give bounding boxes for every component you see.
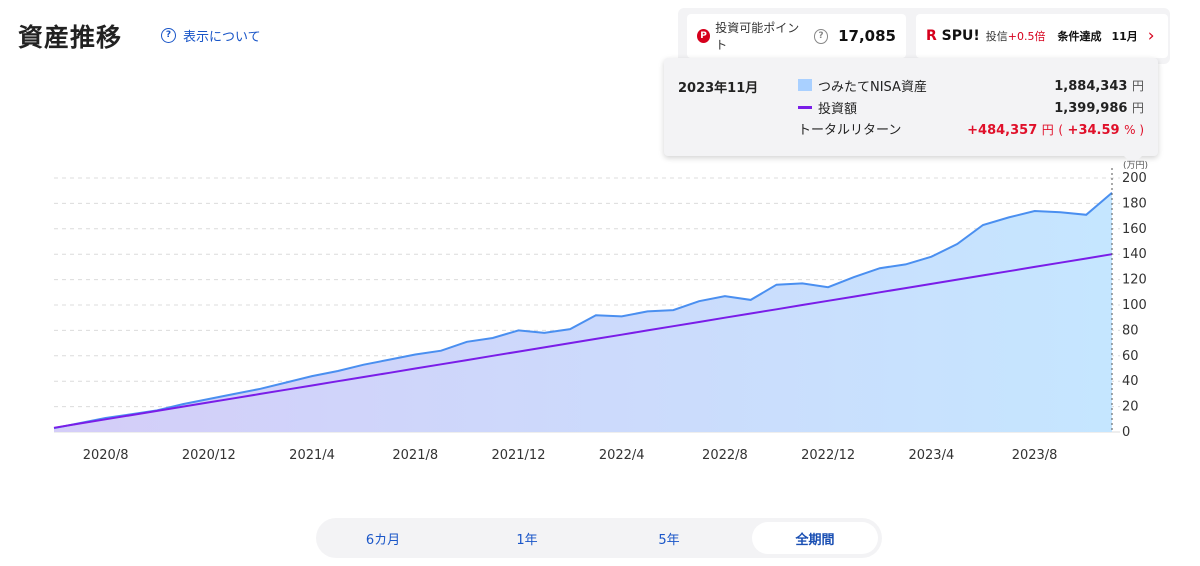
x-tick-label: 2022/4: [599, 448, 645, 463]
x-tick-label: 2021/8: [392, 448, 438, 463]
tab-6-months[interactable]: 6カ月: [320, 522, 446, 554]
x-tick-label: 2020/12: [182, 448, 236, 463]
tab-5-years[interactable]: 5年: [606, 522, 732, 554]
y-tick-label: 100: [1122, 298, 1147, 313]
y-tick-label: 140: [1122, 247, 1147, 262]
y-tick-label: 40: [1122, 374, 1139, 389]
x-tick-label: 2023/8: [1012, 448, 1058, 463]
y-tick-label: 200: [1122, 171, 1147, 186]
x-tick-label: 2020/8: [83, 448, 129, 463]
y-tick-label: 0: [1122, 425, 1130, 440]
y-axis-ticks: 0 20 40 60 80 100 120 140 160 180 200: [1122, 171, 1147, 440]
x-tick-label: 2022/12: [801, 448, 855, 463]
y-tick-label: 60: [1122, 349, 1139, 364]
asset-history-chart[interactable]: 0 20 40 60 80 100 120 140 160 180 200 2020/8 2020/1…: [0, 0, 1200, 566]
x-tick-label: 2022/8: [702, 448, 748, 463]
y-tick-label: 120: [1122, 273, 1147, 288]
x-axis-ticks: 2020/8 2020/12 2021/4 2021/8 2021/12 2022/4 20…: [83, 448, 1058, 463]
y-tick-label: 80: [1122, 323, 1139, 338]
x-tick-label: 2023/4: [908, 448, 954, 463]
x-tick-label: 2021/12: [491, 448, 545, 463]
tab-1-year[interactable]: 1年: [464, 522, 590, 554]
tab-label: 5年: [658, 532, 680, 548]
y-tick-label: 20: [1122, 400, 1139, 415]
y-tick-label: 180: [1122, 196, 1147, 211]
tab-all-period[interactable]: 全期間: [752, 522, 878, 554]
y-tick-label: 160: [1122, 222, 1147, 237]
tab-label: 6カ月: [365, 532, 401, 548]
tab-label: 1年: [516, 532, 538, 548]
tab-label: 全期間: [795, 532, 835, 548]
x-tick-label: 2021/4: [289, 448, 335, 463]
